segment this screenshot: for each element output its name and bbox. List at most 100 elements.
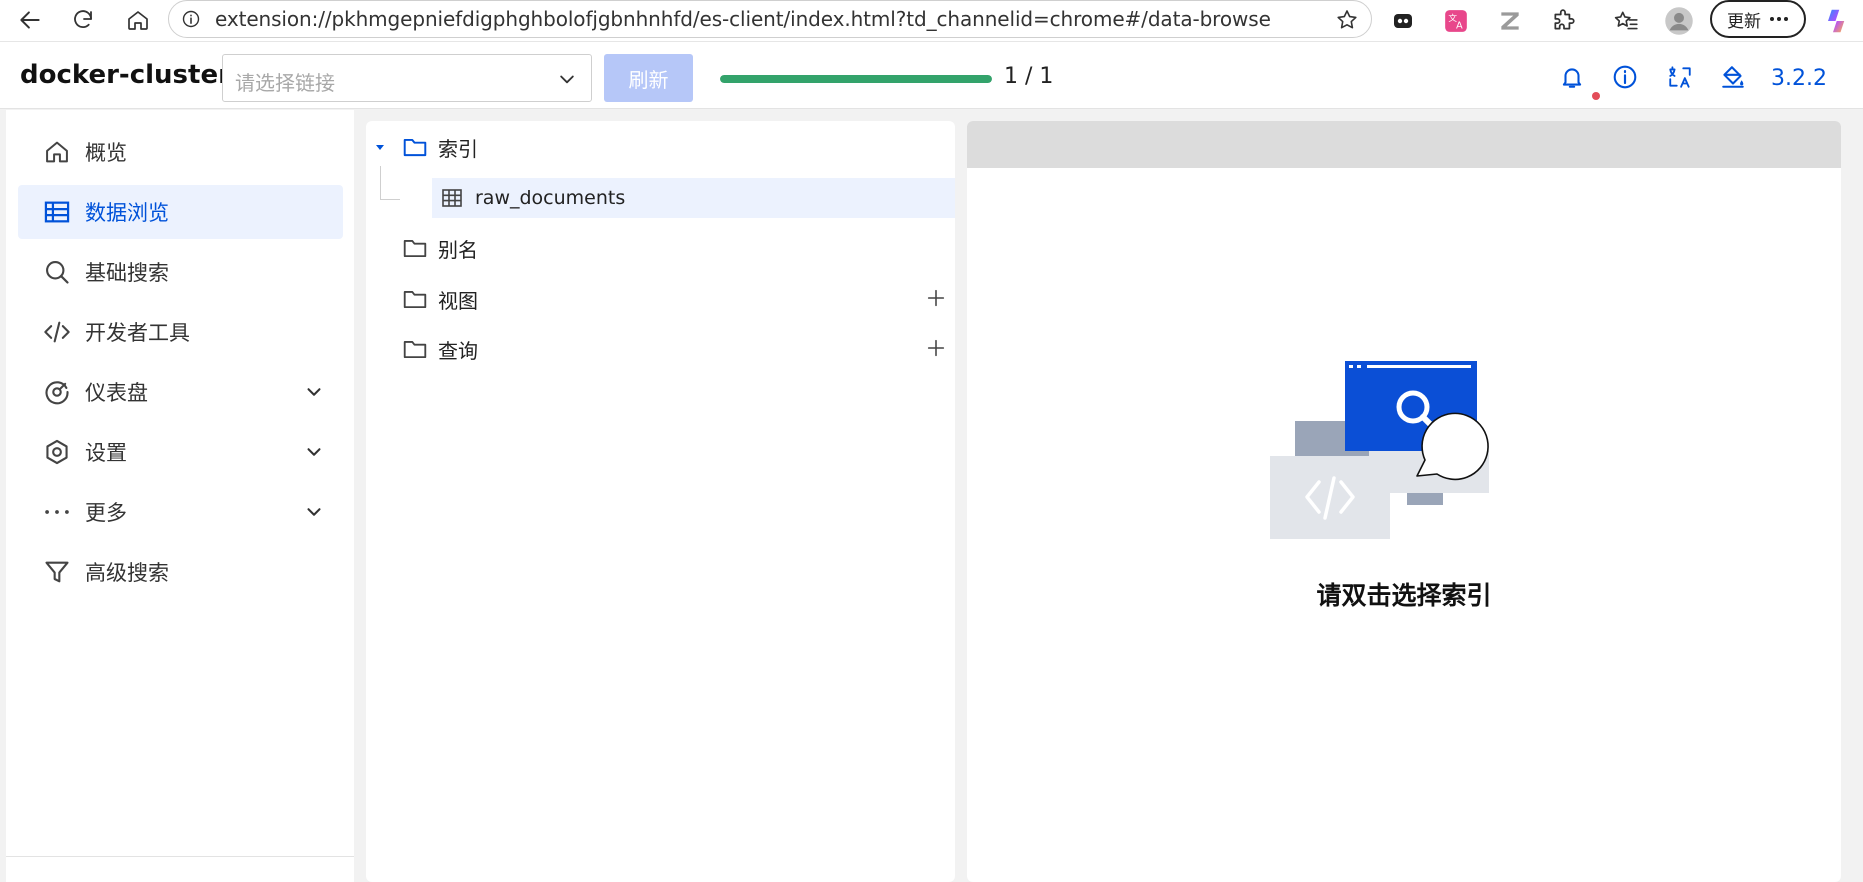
notification-button[interactable] bbox=[1557, 62, 1587, 92]
app-header: docker-cluster 请选择链接 刷新 1 / 1 3.2.2 bbox=[0, 42, 1863, 109]
z-extension-button[interactable] bbox=[1494, 5, 1526, 37]
sidebar-item-developer-tools[interactable]: 开发者工具 bbox=[18, 305, 343, 359]
mask-icon bbox=[1394, 14, 1412, 28]
sidebar-item-label: 数据浏览 bbox=[85, 201, 169, 225]
profile-button[interactable] bbox=[1663, 5, 1695, 37]
favorites-button[interactable] bbox=[1610, 5, 1642, 37]
folder-icon bbox=[403, 291, 427, 309]
chevron-down-icon bbox=[560, 75, 574, 84]
sidebar-item-label: 开发者工具 bbox=[85, 321, 190, 345]
svg-text:A: A bbox=[1456, 21, 1463, 32]
caret-down-icon[interactable] bbox=[374, 141, 386, 153]
tree-guide-line bbox=[380, 199, 400, 200]
home-icon bbox=[42, 137, 72, 167]
chevron-down-icon bbox=[307, 448, 321, 456]
empty-state-text: 请双击选择索引 bbox=[1316, 581, 1492, 610]
table-icon bbox=[42, 197, 72, 227]
connection-placeholder: 请选择链接 bbox=[235, 71, 335, 95]
refresh-button[interactable]: 刷新 bbox=[604, 54, 693, 102]
tree-node-raw-documents[interactable]: raw_documents bbox=[432, 178, 955, 218]
tree-node-label: raw_documents bbox=[475, 187, 626, 209]
tree-node-query[interactable]: 查询 bbox=[366, 329, 955, 369]
puzzle-icon bbox=[1554, 9, 1575, 30]
home-button[interactable] bbox=[121, 3, 155, 37]
connection-select[interactable]: 请选择链接 bbox=[222, 54, 592, 102]
info-button[interactable] bbox=[1610, 62, 1640, 92]
sidebar-item-label: 基础搜索 bbox=[85, 261, 169, 285]
copilot-icon bbox=[1828, 9, 1845, 33]
progress-text: 1 / 1 bbox=[1004, 64, 1054, 89]
tree-guide-line bbox=[380, 166, 381, 199]
address-bar[interactable]: extension://pkhmgepniefdigphghbolofjgbnh… bbox=[168, 0, 1372, 38]
sidebar-divider bbox=[6, 856, 354, 857]
dashboard-icon bbox=[42, 377, 72, 407]
home-icon bbox=[128, 11, 148, 30]
sidebar-item-label: 概览 bbox=[85, 141, 127, 165]
tree-node-view[interactable]: 视图 bbox=[366, 279, 955, 319]
browser-toolbar: extension://pkhmgepniefdigphghbolofjgbnh… bbox=[0, 0, 1863, 42]
plus-icon[interactable] bbox=[925, 287, 947, 309]
tree-node-label: 视图 bbox=[438, 288, 478, 313]
empty-state-illustration bbox=[1270, 361, 1489, 539]
favorites-icon bbox=[1614, 11, 1638, 30]
extensions-button[interactable] bbox=[1548, 5, 1580, 37]
reload-icon bbox=[74, 10, 92, 28]
language-button[interactable] bbox=[1665, 62, 1695, 92]
info-circle-icon bbox=[1613, 65, 1637, 89]
sidebar-item-data-browse[interactable]: 数据浏览 bbox=[18, 185, 343, 239]
copilot-button[interactable] bbox=[1822, 5, 1854, 37]
back-button[interactable] bbox=[13, 3, 47, 37]
progress-bar bbox=[720, 75, 992, 83]
tree-node-alias[interactable]: 别名 bbox=[366, 228, 955, 268]
translate-icon bbox=[1669, 66, 1691, 88]
notification-dot bbox=[1592, 92, 1600, 100]
tree-node-index[interactable]: 索引 bbox=[366, 127, 955, 167]
star-icon[interactable] bbox=[1335, 8, 1359, 32]
avatar-icon bbox=[1665, 7, 1693, 35]
sidebar-item-advanced-search[interactable]: 高级搜索 bbox=[18, 545, 343, 599]
theme-button[interactable] bbox=[1718, 62, 1748, 92]
search-icon bbox=[42, 257, 72, 287]
code-icon bbox=[42, 317, 72, 347]
chevron-down-icon bbox=[307, 508, 321, 516]
translate-icon: 文A bbox=[1445, 10, 1467, 32]
bell-icon bbox=[1562, 68, 1582, 88]
sidebar-item-label: 高级搜索 bbox=[85, 561, 169, 585]
sidebar-item-settings[interactable]: 设置 bbox=[18, 425, 343, 479]
paint-bucket-icon bbox=[1722, 66, 1744, 88]
sidebar-item-label: 设置 bbox=[85, 441, 127, 465]
tree-node-label: 索引 bbox=[438, 136, 478, 161]
url-text: extension://pkhmgepniefdigphghbolofjgbnh… bbox=[215, 7, 1271, 31]
sidebar: 概览 数据浏览 基础搜索 开发者工具 仪表盘 设置 更多 高级搜索 bbox=[6, 110, 354, 882]
sidebar-item-dashboard[interactable]: 仪表盘 bbox=[18, 365, 343, 419]
cluster-name: docker-cluster bbox=[20, 60, 231, 90]
sidebar-item-more[interactable]: 更多 bbox=[18, 485, 343, 539]
more-horizontal-icon bbox=[1770, 17, 1788, 21]
plus-icon[interactable] bbox=[925, 337, 947, 359]
folder-open-icon bbox=[403, 138, 427, 157]
more-icon bbox=[42, 497, 72, 527]
version-label[interactable]: 3.2.2 bbox=[1771, 66, 1827, 91]
folder-icon bbox=[403, 240, 427, 258]
sidebar-item-label: 更多 bbox=[85, 501, 127, 525]
settings-icon bbox=[42, 437, 72, 467]
extension-button[interactable] bbox=[1387, 5, 1419, 37]
tree-node-label: 别名 bbox=[438, 237, 478, 262]
update-label: 更新 bbox=[1727, 11, 1761, 32]
reload-button[interactable] bbox=[66, 3, 100, 37]
folder-icon bbox=[403, 341, 427, 359]
table-icon bbox=[442, 189, 462, 207]
arrow-left-icon bbox=[20, 11, 40, 29]
sidebar-item-overview[interactable]: 概览 bbox=[18, 125, 343, 179]
update-button[interactable]: 更新 bbox=[1710, 0, 1806, 38]
z-icon bbox=[1501, 12, 1519, 30]
sidebar-item-basic-search[interactable]: 基础搜索 bbox=[18, 245, 343, 299]
sidebar-item-label: 仪表盘 bbox=[85, 381, 148, 405]
index-tree-panel: 索引 raw_documents 别名 视图 查询 bbox=[366, 121, 955, 882]
content-panel: 请双击选择索引 bbox=[967, 121, 1841, 882]
progress-fill bbox=[720, 75, 992, 83]
translate-extension-button[interactable]: 文A bbox=[1440, 5, 1472, 37]
info-icon bbox=[182, 10, 200, 28]
chevron-down-icon bbox=[307, 388, 321, 396]
tree-node-label: 查询 bbox=[438, 338, 478, 363]
